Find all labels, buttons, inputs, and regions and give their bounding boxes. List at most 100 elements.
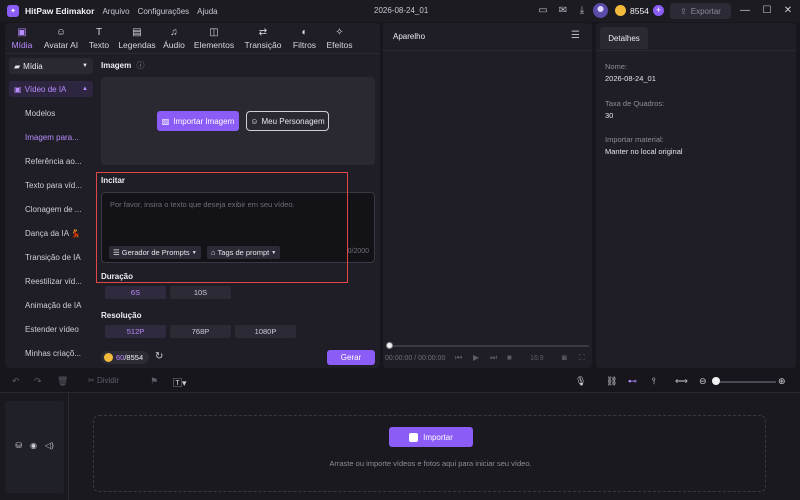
microphone-icon[interactable]: 🎙: [575, 376, 586, 387]
tab-elements[interactable]: ◫ Elementos: [189, 23, 239, 53]
tab-text[interactable]: T Texto: [83, 23, 115, 53]
sidebar-item-ai-transition[interactable]: Transição de IA: [25, 253, 87, 262]
credit-cost-badge: 60 /8554: [101, 351, 149, 364]
sidebar-category-label: Mídia: [23, 61, 43, 71]
sidebar-item-text-to-video[interactable]: Texto para víd...: [25, 181, 87, 190]
info-icon[interactable]: ⓘ: [136, 61, 144, 70]
marker-icon[interactable]: ⚑: [150, 376, 158, 387]
tab-label: Elementos: [193, 40, 235, 50]
resolution-option-1080p[interactable]: 1080P: [235, 325, 296, 338]
text-tool-icon[interactable]: 🅃▾: [173, 376, 187, 389]
add-credits-button[interactable]: +: [653, 5, 664, 16]
tab-transition[interactable]: ⇄ Transição: [239, 23, 287, 53]
link-icon[interactable]: ⛓: [606, 376, 617, 387]
snapshot-icon[interactable]: ◙: [562, 353, 567, 362]
resolution-option-768p[interactable]: 768P: [170, 325, 231, 338]
sidebar-item-cloning[interactable]: Clonagem de ...: [25, 205, 87, 214]
timeline-import-button[interactable]: Importar: [389, 427, 473, 447]
tab-audio[interactable]: ♫ Áudio: [159, 23, 189, 53]
menu-configuracoes[interactable]: Configurações: [138, 7, 190, 16]
sidebar-item-reference[interactable]: Referência ao...: [25, 157, 87, 166]
sidebar-item-restyle[interactable]: Reestilizar víd...: [25, 277, 87, 286]
tab-filters[interactable]: ◐ Filtros: [287, 23, 322, 53]
top-tabs: ▣ Mídia ☺ Avatar AI T Texto ▤ Legendas ♫…: [5, 23, 380, 53]
my-persona-button[interactable]: ☺ Meu Personagem: [246, 111, 329, 131]
playback-scrubber[interactable]: [389, 345, 589, 347]
zoom-out-icon[interactable]: ⊖: [699, 376, 707, 387]
fullscreen-icon[interactable]: ⛶: [579, 353, 585, 363]
image-upload-area[interactable]: ▨ Importar Imagem ☺ Meu Personagem: [101, 77, 375, 165]
lock-icon[interactable]: ⛁: [15, 441, 22, 450]
chevron-down-icon: ▼: [191, 249, 197, 256]
previous-frame-icon[interactable]: ⏮: [455, 353, 462, 363]
export-button[interactable]: ⇪ Exportar: [670, 3, 731, 19]
tab-avatar-ai[interactable]: ☺ Avatar AI: [39, 23, 83, 53]
feedback-icon[interactable]: ✉: [556, 4, 570, 18]
tab-subtitles[interactable]: ▤ Legendas: [115, 23, 159, 53]
refresh-icon[interactable]: ↻: [155, 351, 163, 362]
track-header: ⛁ ◉ ◁): [5, 401, 64, 493]
close-icon[interactable]: ✕: [781, 4, 795, 18]
menu-arquivo[interactable]: Arquivo: [102, 7, 129, 16]
zoom-in-icon[interactable]: ⊕: [778, 376, 786, 387]
sidebar: ▰ Mídia ▼ ▣ Vídeo de IA ▲ Modelos Imagem…: [5, 54, 95, 368]
play-icon[interactable]: ▶: [473, 353, 479, 362]
split-view-icon[interactable]: ⫯: [652, 376, 656, 387]
zoom-slider-handle[interactable]: [712, 377, 720, 385]
maximize-icon[interactable]: ☐: [760, 4, 774, 18]
sidebar-item-ai-animation[interactable]: Animação de IA: [25, 301, 87, 310]
sidebar-category-media[interactable]: ▰ Mídia ▼: [9, 58, 93, 74]
zoom-slider[interactable]: [718, 381, 776, 383]
effects-icon: ✧: [335, 27, 344, 38]
folder-icon: ▰: [14, 61, 21, 71]
sidebar-item-my-creations[interactable]: Minhas criaçõ...: [25, 349, 87, 358]
split-button[interactable]: ✂ Dividir: [88, 376, 119, 385]
prompt-tags-dropdown[interactable]: ⌂ Tags de prompt ▼: [207, 246, 281, 259]
sidebar-item-image-to-video[interactable]: Imagem para...: [25, 133, 87, 142]
fps-value: 30: [605, 111, 614, 120]
magnet-icon[interactable]: ⊷: [628, 376, 637, 387]
audio-icon: ♫: [170, 27, 178, 38]
prompt-placeholder: Por favor, insira o texto que deseja exi…: [110, 200, 295, 209]
prompt-tags-label: Tags de prompt: [217, 248, 270, 257]
app-logo-icon: ✦: [7, 5, 19, 17]
resolution-option-512p[interactable]: 512P: [105, 325, 166, 338]
generate-button[interactable]: Gerar: [327, 350, 375, 365]
duration-option-6s[interactable]: 6S: [105, 286, 166, 299]
sidebar-item-ai-dance[interactable]: Dança da IA 💃: [25, 229, 87, 238]
tab-media[interactable]: ▣ Mídia: [5, 23, 39, 53]
fit-icon[interactable]: ⟺: [675, 376, 688, 387]
prompt-textarea[interactable]: Por favor, insira o texto que deseja exi…: [101, 192, 375, 263]
duration-option-10s[interactable]: 10S: [170, 286, 231, 299]
name-label: Nome:: [605, 62, 628, 71]
menu-icon[interactable]: ☰: [571, 30, 580, 41]
minimize-icon[interactable]: —: [738, 4, 752, 18]
text-icon: T: [95, 27, 103, 38]
tab-effects[interactable]: ✧ Efeitos: [322, 23, 357, 53]
import-image-button[interactable]: ▨ Importar Imagem: [157, 111, 239, 131]
timeline-drop-zone[interactable]: Importar Arraste ou importe vídeos e fot…: [93, 415, 766, 492]
layout-icon[interactable]: ▭: [536, 4, 550, 18]
menu-ajuda[interactable]: Ajuda: [197, 7, 217, 16]
prompt-generator-dropdown[interactable]: ☰ Gerador de Prompts ▼: [109, 246, 201, 259]
scrubber-handle[interactable]: [386, 342, 393, 349]
stop-icon[interactable]: ■: [507, 353, 512, 362]
tab-details[interactable]: Detalhes: [600, 27, 648, 49]
speaker-icon[interactable]: ◁): [45, 441, 54, 450]
user-avatar[interactable]: [593, 3, 608, 18]
media-icon: ▣: [17, 27, 27, 38]
redo-icon[interactable]: ↷: [34, 376, 42, 387]
sidebar-item-models[interactable]: Modelos: [25, 109, 87, 118]
next-frame-icon[interactable]: ⏭: [490, 353, 497, 363]
undo-icon[interactable]: ↶: [12, 376, 20, 387]
aspect-ratio[interactable]: 16:9: [530, 355, 544, 362]
delete-icon[interactable]: 🗑: [57, 376, 68, 387]
tab-label: Texto: [88, 40, 110, 50]
sidebar-item-extend-video[interactable]: Estender vídeo: [25, 325, 87, 334]
eye-icon[interactable]: ◉: [30, 441, 37, 450]
elements-icon: ◫: [209, 27, 219, 38]
download-icon[interactable]: ⤓: [575, 4, 589, 18]
sidebar-category-ai-video[interactable]: ▣ Vídeo de IA ▲: [9, 81, 93, 97]
fps-label: Taxa de Quadros:: [605, 99, 665, 108]
player-panel: Aparelho ☰ 00:00:00 / 00:00:00 ⏮ ▶ ⏭ ■ 1…: [383, 23, 592, 368]
